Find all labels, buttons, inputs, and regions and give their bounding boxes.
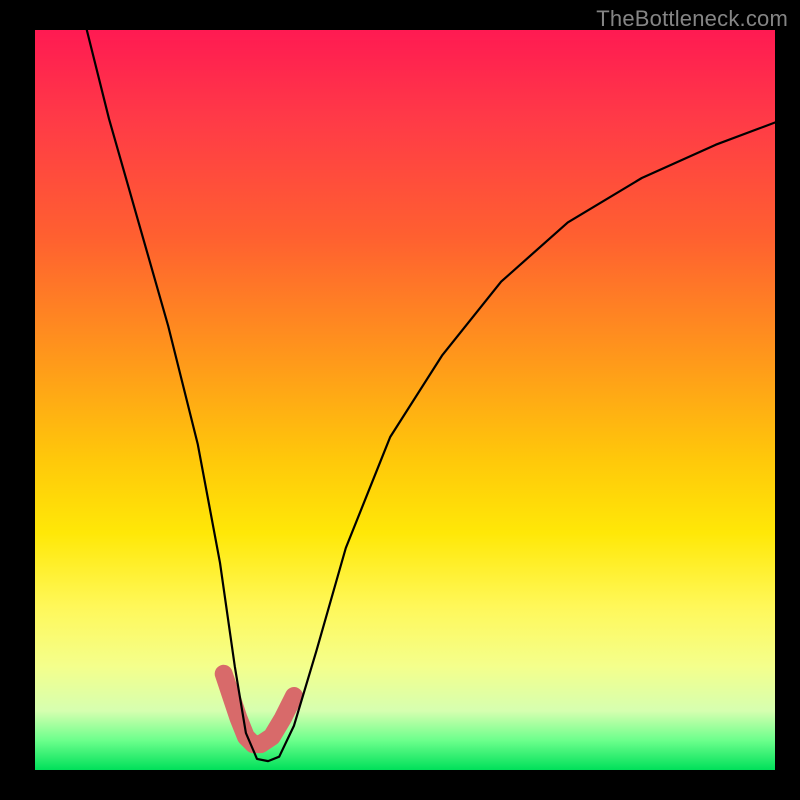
marker-band-line [224, 674, 294, 744]
chart-stage: TheBottleneck.com [0, 0, 800, 800]
curve-overlay [35, 30, 775, 770]
watermark-text: TheBottleneck.com [596, 6, 788, 32]
bottleneck-curve [87, 30, 775, 761]
gradient-plot-area [35, 30, 775, 770]
